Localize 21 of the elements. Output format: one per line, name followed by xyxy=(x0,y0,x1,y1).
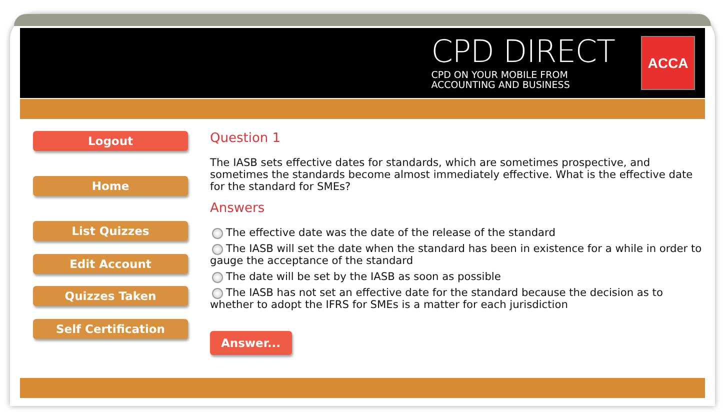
answer-option[interactable]: The date will be set by the IASB as soon as possible xyxy=(210,271,705,283)
radio-button[interactable] xyxy=(212,272,223,283)
question-text: The IASB sets effective dates for standards, which are sometimes prospective, and sometimes the standards become almost immediately effective. What is the effective date for the standard for SMEs? xyxy=(210,157,694,193)
answer-option[interactable]: The effective date was the date of the release of the standard xyxy=(210,227,705,239)
logout-button[interactable]: Logout xyxy=(33,131,188,151)
site-title: CPD DIRECT xyxy=(431,36,615,68)
nav-button[interactable]: Home xyxy=(33,176,188,196)
answers-heading: Answers xyxy=(210,201,266,217)
nav-button[interactable]: List Quizzes xyxy=(33,221,188,241)
nav-button[interactable]: Quizzes Taken xyxy=(33,286,188,306)
answer-option[interactable]: The IASB will set the date when the standard has been in existence for a while in order to gauge the acceptance of the standard xyxy=(210,243,705,267)
question-heading: Question 1 xyxy=(210,131,282,147)
radio-button[interactable] xyxy=(212,228,223,239)
nav-button[interactable]: Self Certification xyxy=(33,318,188,338)
radio-button[interactable] xyxy=(212,244,223,255)
nav-button[interactable]: Edit Account xyxy=(33,254,188,274)
logo: ACCA xyxy=(641,36,695,90)
site-tagline: CPD ON YOUR MOBILE FROM ACCOUNTING AND BUSINESS xyxy=(431,70,571,90)
answer-button[interactable]: Answer... xyxy=(210,331,292,355)
answer-option[interactable]: The IASB has not set an effective date for the standard because the decision as to whether to adopt the IFRS for SMEs is a matter for each jurisdiction xyxy=(210,287,705,311)
radio-button[interactable] xyxy=(212,288,223,299)
